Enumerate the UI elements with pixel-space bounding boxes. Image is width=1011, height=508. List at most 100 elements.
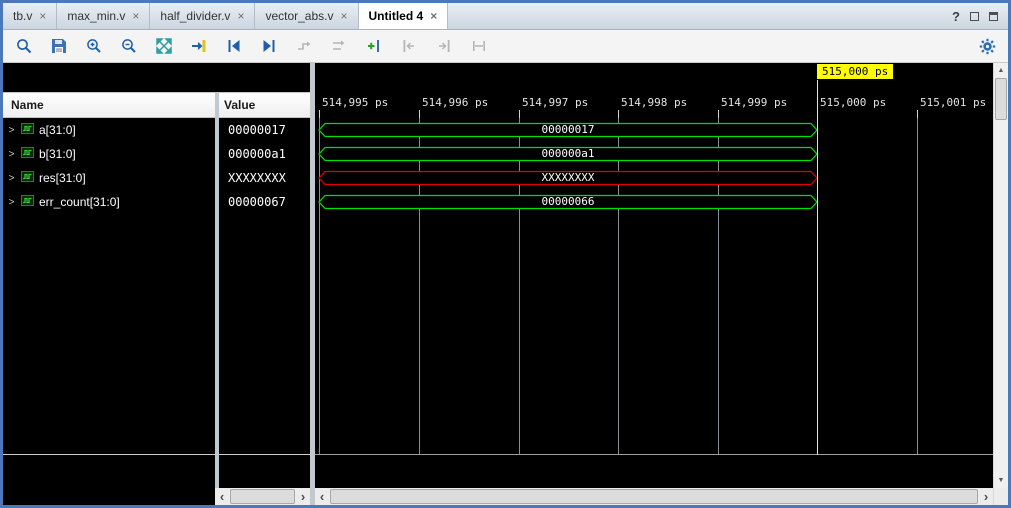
time-ruler: 514,995 ps 514,996 ps 514,997 ps 514,998…	[315, 80, 993, 118]
save-icon[interactable]	[48, 35, 70, 57]
close-icon[interactable]: ×	[341, 10, 348, 22]
signal-name: err_count[31:0]	[39, 195, 120, 209]
signal-row-err-count[interactable]: > err_count[31:0] 00000067	[3, 190, 310, 214]
expand-chevron-icon[interactable]: >	[7, 173, 16, 184]
close-icon[interactable]: ×	[237, 10, 244, 22]
bus-value-label: 00000017	[318, 122, 818, 138]
signal-panel-hscrollbar[interactable]: ‹ ›	[215, 488, 310, 505]
scrollbar-corner	[993, 488, 1008, 505]
maximize-icon[interactable]	[989, 12, 998, 21]
wave-display[interactable]: 515,000 ps 514,995 ps 514,996 ps 514,997…	[315, 63, 993, 488]
previous-transition-icon[interactable]	[223, 35, 245, 57]
zoom-in-icon[interactable]	[83, 35, 105, 57]
signal-value: XXXXXXXX	[219, 171, 286, 185]
signal-row-a[interactable]: > a[31:0] 00000017	[3, 118, 310, 142]
tab-label: tb.v	[13, 9, 32, 23]
bus-value-label: XXXXXXXX	[318, 170, 818, 186]
scroll-down-icon[interactable]: ▼	[994, 473, 1008, 488]
signal-name: a[31:0]	[39, 123, 76, 137]
time-tick-label: 514,999 ps	[721, 96, 787, 109]
signal-rows: > a[31:0] 00000017 > b[31:0] 000000a1	[3, 118, 310, 455]
time-tick-label: 514,997 ps	[522, 96, 588, 109]
tab-bar: tb.v × max_min.v × half_divider.v × vect…	[3, 3, 1008, 30]
zoom-out-icon[interactable]	[118, 35, 140, 57]
wave-row-b: 000000a1	[315, 142, 993, 166]
wave-row-a: 00000017	[315, 118, 993, 142]
signal-value: 00000017	[219, 123, 286, 137]
expand-chevron-icon[interactable]: >	[7, 197, 16, 208]
close-icon[interactable]: ×	[132, 10, 139, 22]
tab-label: max_min.v	[67, 9, 125, 23]
wave-hscrollbar[interactable]: ‹ ›	[315, 488, 993, 505]
scroll-up-icon[interactable]: ▲	[994, 63, 1008, 78]
float-icon[interactable]	[970, 12, 979, 21]
time-tick-label: 514,995 ps	[322, 96, 388, 109]
waveform-viewer-window: tb.v × max_min.v × half_divider.v × vect…	[0, 0, 1011, 508]
tick-mark	[319, 110, 320, 118]
search-icon[interactable]	[13, 35, 35, 57]
bus-signal-icon	[21, 123, 34, 137]
signal-value: 00000067	[219, 195, 286, 209]
next-transition-icon[interactable]	[258, 35, 280, 57]
zoom-fit-icon[interactable]	[153, 35, 175, 57]
signal-name: b[31:0]	[39, 147, 76, 161]
bottom-left-filler	[3, 488, 215, 505]
settings-gear-icon[interactable]	[976, 35, 998, 57]
scroll-left-icon[interactable]: ‹	[315, 489, 329, 505]
tick-mark	[917, 110, 918, 118]
scroll-left-icon[interactable]: ‹	[215, 489, 229, 505]
scroll-right-icon[interactable]: ›	[296, 489, 310, 505]
tick-mark	[519, 110, 520, 118]
name-column-header: Name	[3, 98, 215, 112]
wave-rows[interactable]: 00000017 000000a1 XXXXXXXX	[315, 118, 993, 455]
signal-row-b[interactable]: > b[31:0] 000000a1	[3, 142, 310, 166]
go-to-time-end-icon[interactable]	[433, 35, 455, 57]
tab-half-divider-v[interactable]: half_divider.v ×	[150, 3, 255, 29]
close-icon[interactable]: ×	[430, 10, 437, 22]
tab-label: Untitled 4	[369, 9, 424, 23]
zoom-to-cursor-icon[interactable]	[188, 35, 210, 57]
name-value-column-splitter[interactable]	[215, 92, 219, 488]
re-launch-icon[interactable]	[328, 35, 350, 57]
bus-value-label: 000000a1	[318, 146, 818, 162]
vertical-scroll-thumb[interactable]	[995, 78, 1007, 120]
signal-panel-hscroll-thumb[interactable]	[230, 489, 295, 504]
waveform-toolbar	[3, 30, 1008, 63]
time-tick-label: 515,001 ps	[920, 96, 986, 109]
value-column-header: Value	[215, 98, 255, 112]
tick-mark	[718, 110, 719, 118]
expand-chevron-icon[interactable]: >	[7, 149, 16, 160]
tab-label: half_divider.v	[160, 9, 230, 23]
tab-untitled-4[interactable]: Untitled 4 ×	[359, 3, 449, 29]
signal-table-header: Name Value	[3, 92, 310, 118]
tab-tb-v[interactable]: tb.v ×	[3, 3, 57, 29]
time-tick-label: 514,998 ps	[621, 96, 687, 109]
wave-hscroll-thumb[interactable]	[330, 489, 978, 504]
tick-mark	[618, 110, 619, 118]
tab-label: vector_abs.v	[265, 9, 333, 23]
time-cursor[interactable]	[817, 80, 818, 455]
go-to-time-start-icon[interactable]	[398, 35, 420, 57]
bus-value-label: 00000066	[318, 194, 818, 210]
time-tick-label: 514,996 ps	[422, 96, 488, 109]
bus-signal-icon	[21, 171, 34, 185]
tab-vector-abs-v[interactable]: vector_abs.v ×	[255, 3, 358, 29]
waveform-main: Name Value > a[31:0] 00000017 >	[3, 63, 1008, 488]
bus-signal-icon	[21, 147, 34, 161]
expand-chevron-icon[interactable]: >	[7, 125, 16, 136]
signal-name: res[31:0]	[39, 171, 86, 185]
signal-row-res[interactable]: > res[31:0] XXXXXXXX	[3, 166, 310, 190]
close-icon[interactable]: ×	[39, 10, 46, 22]
tabbar-spacer	[448, 3, 942, 29]
add-marker-icon[interactable]	[363, 35, 385, 57]
help-icon[interactable]: ?	[952, 9, 960, 24]
tick-mark	[419, 110, 420, 118]
tab-max-min-v[interactable]: max_min.v ×	[57, 3, 150, 29]
vertical-scrollbar[interactable]: ▲ ▼	[993, 63, 1008, 488]
fit-selection-icon[interactable]	[468, 35, 490, 57]
bottom-scroll-strip: ‹ › ‹ ›	[3, 488, 1008, 505]
wave-row-err-count: 00000066	[315, 190, 993, 214]
swap-cursors-icon[interactable]	[293, 35, 315, 57]
scroll-right-icon[interactable]: ›	[979, 489, 993, 505]
cursor-time-label[interactable]: 515,000 ps	[817, 64, 893, 79]
